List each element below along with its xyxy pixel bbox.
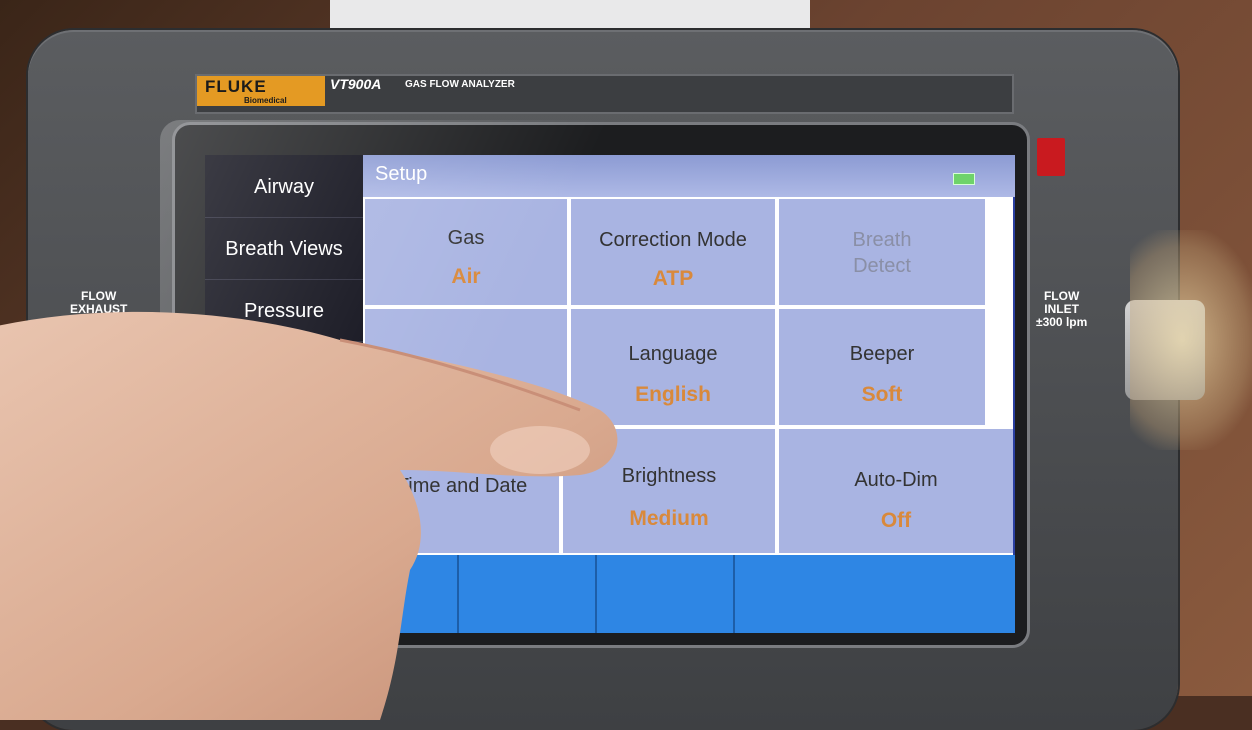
setting-label: Correction Mode [599,229,747,251]
hand-pointing [0,311,618,720]
setting-beeper[interactable]: Beeper Soft [779,309,985,425]
nav-item-breath-views[interactable]: Breath Views [205,219,363,280]
fluke-logo-subtext: Biomedical [244,96,287,105]
paper-sheet [330,0,810,30]
setting-breath-detect: Breath Detect [779,199,985,305]
setting-gas[interactable]: Gas Air [365,199,567,305]
breathing-mask [1130,230,1252,450]
setting-value: Soft [861,383,903,406]
model-name: VT900A [330,76,382,92]
setting-value: Air [451,265,481,288]
setting-label: Breath Detect [852,229,912,277]
title-bar: Setup [363,155,1015,197]
setting-value: Off [880,509,912,532]
fluke-logo-text: FLUKE [205,77,267,96]
page-title: Setup [375,163,428,185]
setting-label: Gas [447,227,485,249]
softkey-3[interactable] [733,555,1015,633]
setting-correction-mode[interactable]: Correction Mode ATP [571,199,775,305]
battery-icon [953,173,975,185]
setting-auto-dim[interactable]: Auto-Dim Off [779,429,1013,553]
nav-item-airway[interactable]: Airway [205,157,363,218]
setting-label: Auto-Dim [854,469,938,491]
setting-label: Beeper [849,343,915,365]
flow-inlet-label: FLOW INLET ±300 lpm [1036,289,1088,329]
power-button[interactable] [1037,138,1065,176]
model-description: GAS FLOW ANALYZER [405,79,515,90]
setting-value: ATP [652,267,694,290]
